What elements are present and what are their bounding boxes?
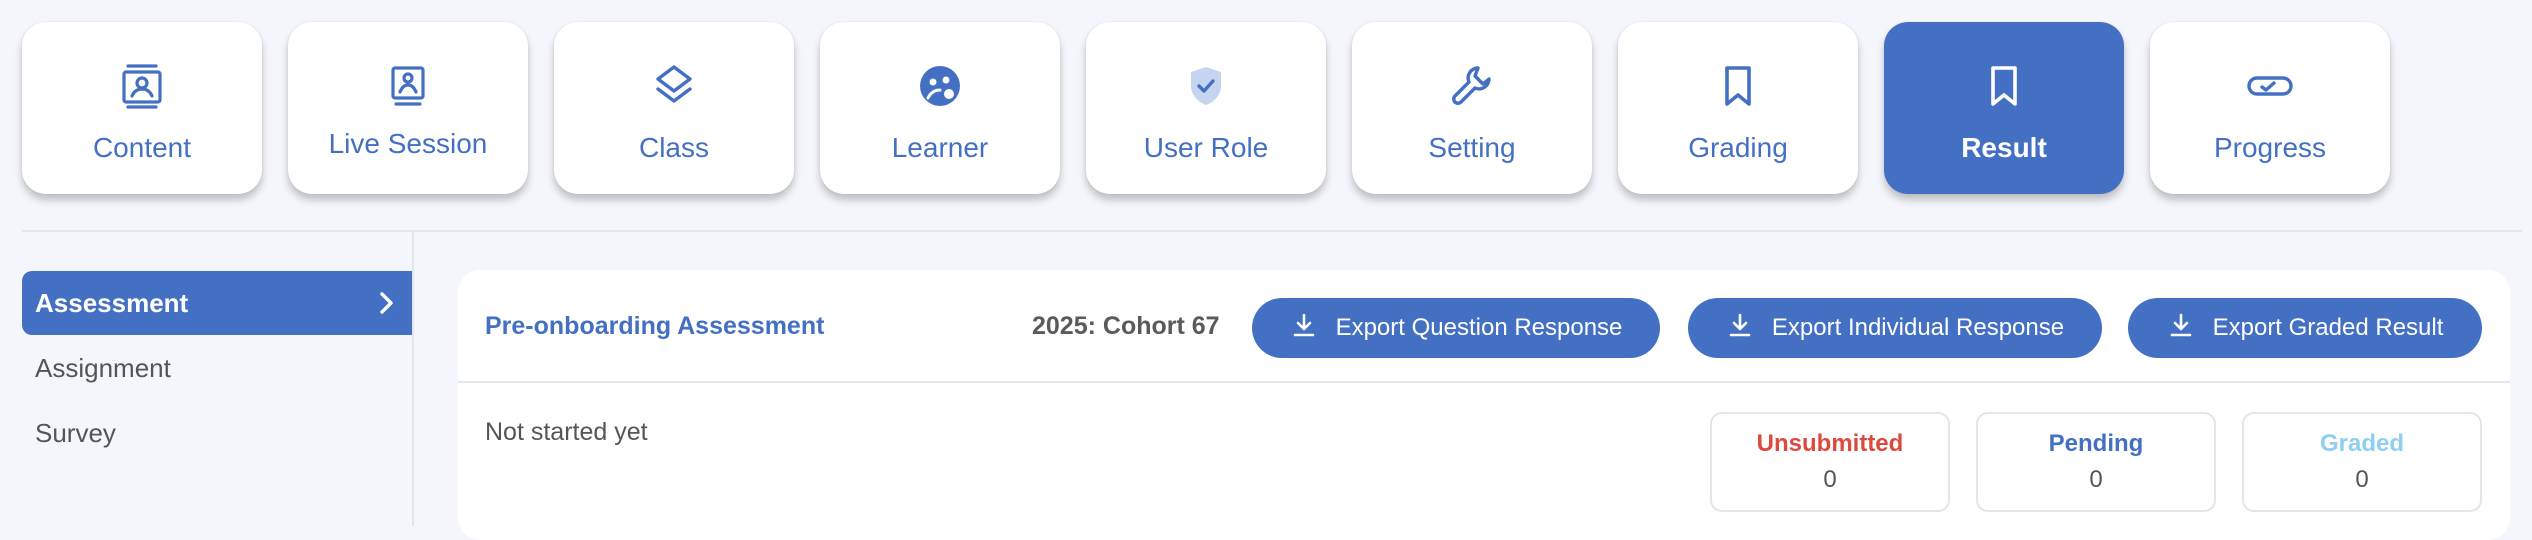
tab-result[interactable]: Result [1884,22,2124,194]
tab-label: Progress [2213,132,2327,163]
tab-content[interactable]: Content [22,22,262,194]
bookmark-icon [1714,62,1762,110]
assessment-title[interactable]: Pre-onboarding Assessment [485,312,824,341]
tab-label: Learner [891,132,989,163]
tab-class[interactable]: Class [554,22,794,194]
stat-pending: Pending 0 [1976,412,2216,512]
chevron-right-icon [370,287,402,319]
sidebar-item-assessment[interactable]: Assessment [22,271,412,335]
toggle-check-icon [2246,62,2294,110]
sidebar-item-label: Assessment [35,287,189,318]
stat-label: Graded [2319,430,2405,457]
assessment-card: Pre-onboarding Assessment 2025: Cohort 6… [458,270,2510,540]
button-label: Export Individual Response [1771,314,2065,341]
export-graded-result-button[interactable]: Export Graded Result [2128,298,2482,358]
tab-progress[interactable]: Progress [2150,22,2390,194]
sidebar-item-label: Survey [35,417,116,448]
tab-label: Setting [1428,132,1516,163]
wrench-icon [1448,62,1496,110]
tab-user-role[interactable]: User Role [1086,22,1326,194]
contacts-book-icon [118,62,166,110]
shield-check-icon [1182,62,1230,110]
download-icon [1290,311,1318,346]
assessment-card-header: Pre-onboarding Assessment 2025: Cohort 6… [458,270,2510,383]
export-question-response-button[interactable]: Export Question Response [1252,298,1660,358]
layers-icon [650,62,698,110]
tab-label: Class [638,132,709,163]
tab-grading[interactable]: Grading [1618,22,1858,194]
header-divider [22,230,2522,232]
download-icon [2167,311,2195,346]
tab-label: Content [92,132,192,163]
tab-learner[interactable]: Learner [820,22,1060,194]
tab-label: Live Session [328,128,488,159]
tab-label: User Role [1143,132,1269,163]
sidebar-item-survey[interactable]: Survey [22,401,412,465]
stat-value: 0 [2355,466,2369,493]
stat-label: Unsubmitted [1756,430,1904,457]
stat-graded: Graded 0 [2242,412,2482,512]
button-label: Export Graded Result [2212,314,2444,341]
bookmark-icon [1980,62,2028,110]
stat-value: 0 [1823,466,1837,493]
download-icon [1726,311,1754,346]
stat-unsubmitted: Unsubmitted 0 [1710,412,1950,512]
assessment-status: Not started yet [485,418,648,446]
tab-setting[interactable]: Setting [1352,22,1592,194]
presentation-user-icon [384,62,432,110]
button-label: Export Question Response [1335,314,1623,341]
learner-face-icon [916,62,964,110]
sidebar-divider [412,232,414,526]
sidebar-item-label: Assignment [35,352,171,383]
tab-label: Result [1961,132,2047,163]
stat-label: Pending [2048,430,2144,457]
tab-live-session[interactable]: Live Session [288,22,528,194]
export-individual-response-button[interactable]: Export Individual Response [1688,298,2102,358]
sidebar-item-assignment[interactable]: Assignment [22,336,412,400]
tab-label: Grading [1688,132,1788,163]
top-navigation-tabs: Content Live Session Class Learner User … [0,0,2532,231]
cohort-label: 2025: Cohort 67 [1032,312,1220,340]
stat-value: 0 [2089,466,2103,493]
